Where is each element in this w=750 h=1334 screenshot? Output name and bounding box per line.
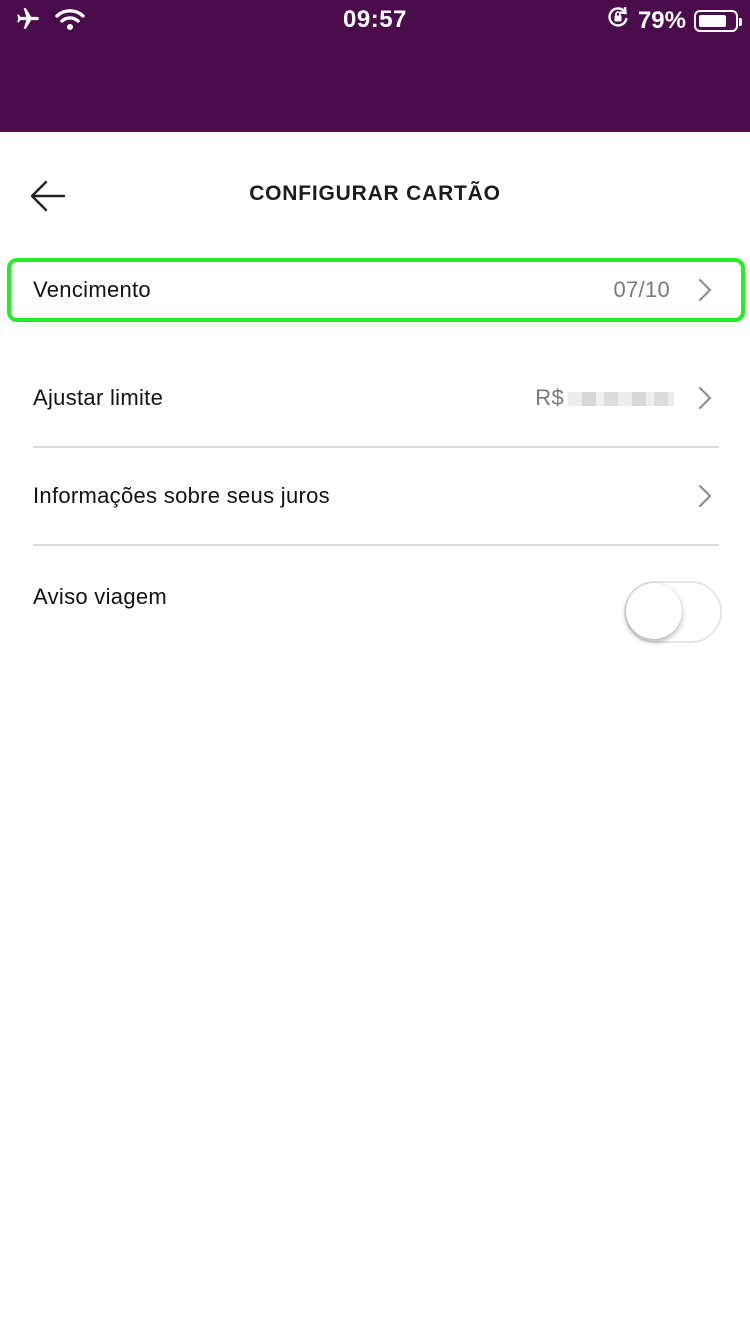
row-label: Informações sobre seus juros: [33, 483, 330, 508]
row-label: Aviso viagem: [33, 584, 168, 609]
divider: [33, 544, 719, 546]
travel-notice-toggle[interactable]: [624, 581, 722, 643]
redacted-limit-value: [568, 392, 674, 406]
battery-level-fill: [699, 14, 726, 27]
settings-row-ajustar-limite[interactable]: Ajustar limite R$: [0, 349, 750, 447]
page-title: CONFIGURAR CARTÃO: [249, 182, 501, 205]
chevron-right-icon: [699, 485, 712, 507]
settings-sheet: CONFIGURAR CARTÃO Vencimento 07/10 Ajust…: [0, 132, 750, 1334]
status-right: 79%: [606, 5, 742, 36]
chevron-right-icon: [699, 387, 712, 409]
toggle-knob: [626, 583, 682, 639]
orientation-lock-icon: [606, 5, 630, 36]
settings-row-juros[interactable]: Informações sobre seus juros: [0, 447, 750, 545]
battery-percent: 79%: [637, 6, 686, 34]
app-header-background: 09:57 79%: [0, 0, 750, 132]
selection-highlight: [7, 258, 745, 322]
row-label: Ajustar limite: [33, 385, 164, 410]
limit-currency: R$: [535, 385, 564, 410]
settings-row-aviso-viagem: Aviso viagem: [0, 548, 750, 646]
battery-icon: [694, 9, 742, 32]
status-bar: 09:57 79%: [0, 0, 750, 40]
nav-bar: CONFIGURAR CARTÃO: [0, 132, 750, 252]
